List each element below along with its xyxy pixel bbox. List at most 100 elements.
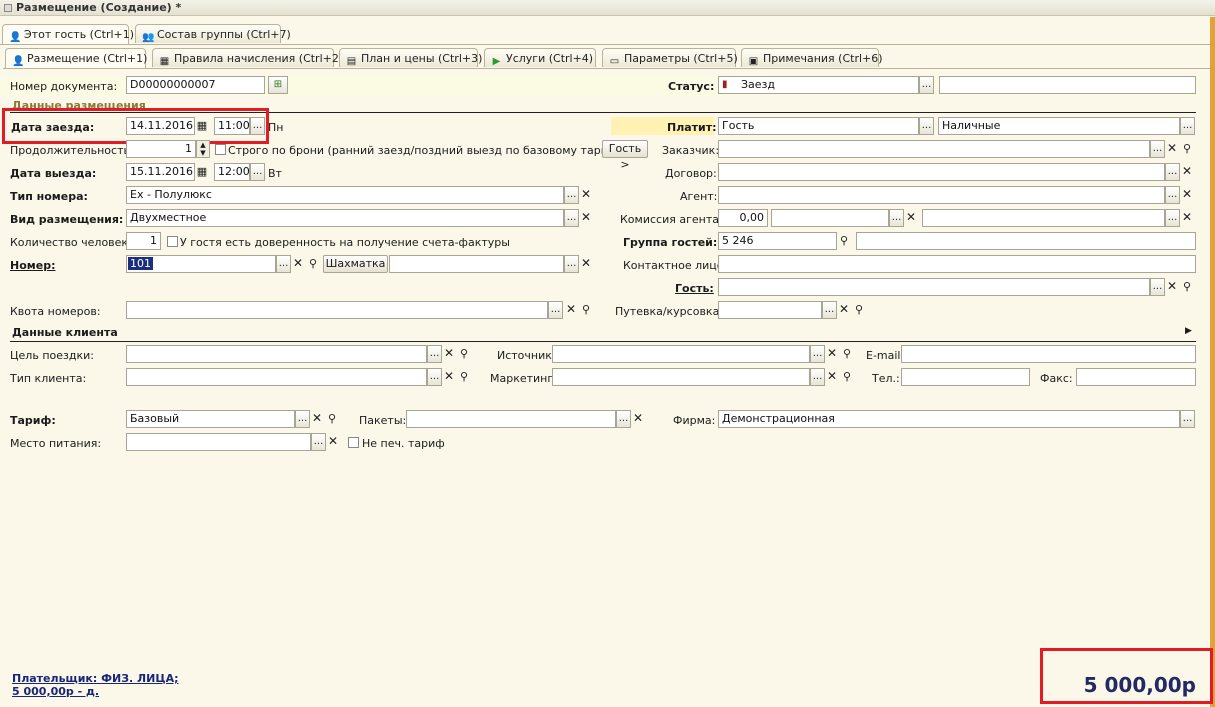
voucher-search-icon[interactable]: ⚲ [852,301,866,319]
contract-field[interactable] [718,163,1165,181]
tariff-field[interactable]: Базовый [126,410,295,428]
tab-this-guest[interactable]: 👤 Этот гость (Ctrl+1) [2,24,134,44]
chess-board-button[interactable]: Шахматка [323,255,388,273]
tariff-clear-icon[interactable]: ✕ [310,410,324,428]
client-type-search-icon[interactable]: ⚲ [457,368,471,386]
contact-field[interactable] [718,255,1196,273]
tab-plan-prices[interactable]: ▤ План и цены (Ctrl+3) [339,48,482,67]
doc-number-generate-button[interactable]: ⊞ [268,76,288,94]
checkout-time-button[interactable]: ... [250,163,265,181]
checkout-date-field[interactable]: 15.11.2016 [126,163,195,181]
customer-search-icon[interactable]: ⚲ [1180,140,1194,158]
guest-group-search-icon[interactable]: ⚲ [837,232,851,250]
amount-summary-link[interactable]: 5 000,00р - д. [12,685,99,698]
customer-clear-icon[interactable]: ✕ [1165,140,1179,158]
tab-placement[interactable]: 👤 Размещение (Ctrl+1) [5,48,147,68]
duration-field[interactable]: 1 [126,140,196,158]
status-select-button[interactable]: ... [919,76,934,94]
firm-field[interactable]: Демонстрационная [718,410,1180,428]
packages-clear-icon[interactable]: ✕ [631,410,645,428]
voucher-field[interactable] [718,301,822,319]
source-field[interactable] [552,345,810,363]
voucher-select-button[interactable]: ... [822,301,837,319]
packages-field[interactable] [406,410,616,428]
source-search-icon[interactable]: ⚲ [840,345,854,363]
room-field[interactable]: 101 [126,255,276,273]
persons-field[interactable]: 1 [126,232,161,250]
guest-forward-button[interactable]: Гость > [602,140,648,171]
phone-field[interactable] [901,368,1030,386]
tariff-search-icon[interactable]: ⚲ [325,410,339,428]
marketing-clear-icon[interactable]: ✕ [825,368,839,386]
marketing-select-button[interactable]: ... [810,368,825,386]
room-type-field[interactable]: Ex - Полулюкс [126,186,564,204]
marketing-search-icon[interactable]: ⚲ [840,368,854,386]
accommodation-field[interactable]: Двухместное [126,209,564,227]
guest-group-field[interactable]: 5 246 [718,232,837,250]
agent-fee-type-clear-icon[interactable]: ✕ [904,209,918,227]
source-clear-icon[interactable]: ✕ [825,345,839,363]
purpose-clear-icon[interactable]: ✕ [442,345,456,363]
source-select-button[interactable]: ... [810,345,825,363]
no-print-tariff-checkbox[interactable] [348,437,359,448]
room-search-icon[interactable]: ⚲ [306,255,320,273]
payment-method-select-button[interactable]: ... [1180,117,1195,135]
quota-select-button[interactable]: ... [548,301,563,319]
tab-notes[interactable]: ▣ Примечания (Ctrl+6) [741,48,883,67]
room-type-clear-icon[interactable]: ✕ [579,186,593,204]
client-type-select-button[interactable]: ... [427,368,442,386]
checkout-time-field[interactable]: 12:00 [214,163,250,181]
purpose-search-icon[interactable]: ⚲ [457,345,471,363]
payment-method-field[interactable]: Наличные [938,117,1180,135]
room-clear-icon[interactable]: ✕ [291,255,305,273]
customer-field[interactable] [718,140,1150,158]
strict-booking-checkbox[interactable] [215,144,226,155]
marketing-field[interactable] [552,368,810,386]
room-extra-field[interactable] [389,255,564,273]
doc-number-field[interactable]: D00000000007 [126,76,265,94]
tab-charge-rules[interactable]: ▦ Правила начисления (Ctrl+2) [152,48,343,67]
tariff-select-button[interactable]: ... [295,410,310,428]
firm-select-button[interactable]: ... [1180,410,1195,428]
email-field[interactable] [901,345,1196,363]
agent-select-button[interactable]: ... [1165,186,1180,204]
agent-fee-type-select-button[interactable]: ... [889,209,904,227]
status-extra-field[interactable] [939,76,1196,94]
power-of-attorney-checkbox[interactable] [167,236,178,247]
agent-field[interactable] [718,186,1165,204]
room-extra-clear-icon[interactable]: ✕ [579,255,593,273]
room-type-select-button[interactable]: ... [564,186,579,204]
quota-search-icon[interactable]: ⚲ [579,301,593,319]
quota-clear-icon[interactable]: ✕ [564,301,578,319]
purpose-field[interactable] [126,345,427,363]
fax-field[interactable] [1076,368,1196,386]
agent-fee-extra-field[interactable] [922,209,1165,227]
guest-field[interactable] [718,278,1150,296]
guest-select-button[interactable]: ... [1150,278,1165,296]
quota-field[interactable] [126,301,548,319]
accommodation-clear-icon[interactable]: ✕ [579,209,593,227]
meal-select-button[interactable]: ... [311,433,326,451]
tab-parameters[interactable]: ▭ Параметры (Ctrl+5) [602,48,738,67]
duration-spinner[interactable]: ▲ ▼ [196,140,210,158]
contract-select-button[interactable]: ... [1165,163,1180,181]
calendar-icon[interactable]: ▦ [195,163,209,181]
agent-clear-icon[interactable]: ✕ [1180,186,1194,204]
meal-field[interactable] [126,433,311,451]
expand-arrow-icon[interactable]: ▶ [1185,326,1192,336]
packages-select-button[interactable]: ... [616,410,631,428]
payer-field[interactable]: Гость [718,117,919,135]
payer-summary-link[interactable]: Плательщик: ФИЗ. ЛИЦА; [12,672,179,685]
room-select-button[interactable]: ... [276,255,291,273]
purpose-select-button[interactable]: ... [427,345,442,363]
voucher-clear-icon[interactable]: ✕ [837,301,851,319]
accommodation-select-button[interactable]: ... [564,209,579,227]
tab-services[interactable]: ▶ Услуги (Ctrl+4) [484,48,596,67]
client-type-field[interactable] [126,368,427,386]
guest-clear-icon[interactable]: ✕ [1165,278,1179,296]
guest-group-extra-field[interactable] [856,232,1196,250]
agent-fee-extra-select-button[interactable]: ... [1165,209,1180,227]
customer-select-button[interactable]: ... [1150,140,1165,158]
meal-clear-icon[interactable]: ✕ [326,433,340,451]
status-field[interactable]: Заезд [718,76,919,94]
